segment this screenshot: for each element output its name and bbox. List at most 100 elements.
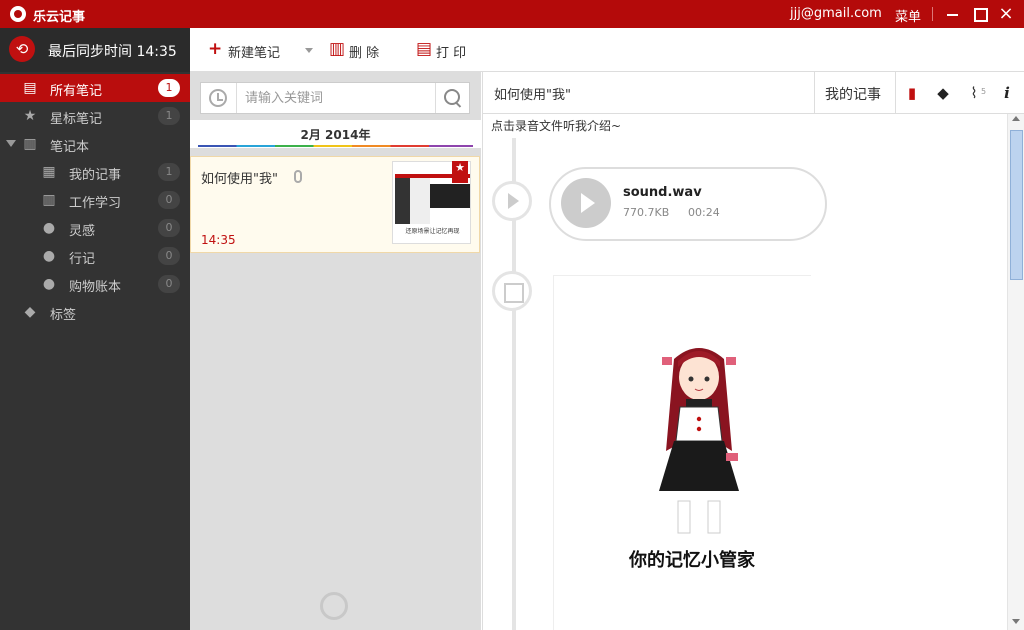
count-badge: 0 [158,219,180,237]
notebook-icon: ▥ [23,136,37,152]
count-badge: 0 [158,275,180,293]
count-badge: 1 [158,79,180,97]
vertical-scrollbar[interactable] [1007,114,1024,630]
header-divider [895,72,896,114]
note-list-item[interactable]: 如何使用"我" 14:35 还原场景让记忆再现 ★ [190,156,480,253]
timeline-image-node-icon [492,271,532,311]
print-label: 打 印 [436,46,467,61]
star-badge-icon[interactable]: ★ [452,161,468,183]
sidebar-item-label: 灵感 [69,224,96,239]
sidebar-item-starred[interactable]: ★ 星标笔记 1 [0,102,190,130]
minimize-icon[interactable] [940,3,964,25]
sidebar-item-label: 工作学习 [69,196,122,211]
audio-attachment[interactable]: sound.wav 770.7KB 00:24 [549,167,827,241]
books-icon: ▥ [42,192,56,208]
thumbnail-image [430,184,470,208]
attachment-icon [294,170,302,183]
mascot-illustration [659,348,739,534]
title-divider [932,7,933,21]
note-description: 点击录音文件听我介绍~ [491,119,622,133]
toolbar: + 新建笔记 ▥ 删 除 ▤ 打 印 [190,28,1024,72]
thumbnail-sidebar [395,178,410,224]
sidebar-item-inspiration[interactable]: ● 灵感 0 [0,214,190,242]
sync-status-text: 最后同步时间 14:35 [48,44,177,60]
menu-button[interactable]: 菜单 [895,6,921,25]
new-note-button[interactable]: + 新建笔记 [208,39,318,61]
search-input[interactable] [245,89,425,107]
notebook-book-icon[interactable]: ▮ [903,84,921,102]
sidebar-nav: ▤ 所有笔记 1 ★ 星标笔记 1 ▥ 笔记本 ▦ 我的记事 1 ▥ 工作学习 … [0,74,190,326]
note-list-panel: 2月 2014年 如何使用"我" 14:35 还原场景让记忆再现 ★ [190,72,481,630]
clock-icon[interactable] [209,89,227,107]
print-button[interactable]: ▤ 打 印 [416,39,478,62]
sync-icon[interactable]: ⟲ [9,36,35,62]
date-group-label: 2月 2014年 [300,128,371,142]
expand-triangle-icon[interactable] [6,140,16,147]
sidebar-item-my-notes[interactable]: ▦ 我的记事 1 [0,158,190,186]
header-divider [814,72,815,114]
delete-button[interactable]: ▥ 删 除 [329,39,389,62]
sidebar-item-label: 所有笔记 [50,84,103,99]
maximize-icon[interactable] [968,3,992,25]
star-bookmark-icon: ★ [23,108,37,124]
sidebar-item-label: 行记 [69,252,96,267]
sidebar-item-work-study[interactable]: ▥ 工作学习 0 [0,186,190,214]
new-note-label: 新建笔记 [228,46,281,61]
chevron-down-icon[interactable] [305,48,313,53]
printer-icon: ▤ [416,39,433,59]
lightbulb-icon: ● [42,220,56,236]
sync-status-row[interactable]: ⟲ 最后同步时间 14:35 [0,28,190,72]
sidebar-item-all-notes[interactable]: ▤ 所有笔记 1 [0,74,190,102]
close-icon[interactable]: × [994,3,1018,25]
app-watermark-icon [320,592,348,620]
book-open-icon: ▦ [42,164,56,180]
search-box [200,82,470,114]
plus-icon: + [208,39,223,59]
sidebar-item-label: 标签 [50,308,77,323]
notebook-selector[interactable]: 我的记事 [825,84,881,104]
timeline-audio-node-icon [492,181,532,221]
count-badge: 0 [158,191,180,209]
sidebar-item-shopping[interactable]: ● 购物账本 0 [0,270,190,298]
sidebar: ⟲ 最后同步时间 14:35 ▤ 所有笔记 1 ★ 星标笔记 1 ▥ 笔记本 ▦… [0,28,190,630]
sidebar-item-notebooks[interactable]: ▥ 笔记本 [0,130,190,158]
info-icon[interactable]: i [998,84,1016,102]
audio-size: 770.7KB [623,206,670,219]
count-badge: 1 [158,163,180,181]
detail-header: 如何使用"我" 我的记事 ▮ ◆ ⌇ 5 i [483,72,1024,114]
image-attachment[interactable]: 你的记忆小管家 [553,275,811,630]
sidebar-item-label: 我的记事 [69,168,122,183]
trash-icon: ▥ [329,39,346,59]
count-badge: 0 [158,247,180,265]
user-account-link[interactable]: jjj@gmail.com [790,6,882,21]
sidebar-item-travel[interactable]: ● 行记 0 [0,242,190,270]
sidebar-item-label: 笔记本 [50,140,90,155]
note-title-field[interactable]: 如何使用"我" [494,84,571,103]
date-group-header: 2月 2014年 [190,120,481,148]
scrollbar-thumb[interactable] [1010,130,1023,280]
search-icon[interactable] [444,89,462,107]
sidebar-item-tags[interactable]: ◆ 标签 [0,298,190,326]
thumbnail-list [410,178,430,224]
app-title: 乐云记事 [33,10,86,25]
audio-duration: 00:24 [688,206,720,219]
play-icon[interactable] [561,178,611,228]
scroll-down-arrow-icon[interactable] [1012,619,1020,624]
rainbow-divider [198,145,473,147]
piggy-bank-icon: ● [42,276,56,292]
tag-icon: ◆ [24,304,36,320]
speech-bubble-icon: ● [42,248,56,264]
count-badge: 1 [158,107,180,125]
image-caption: 你的记忆小管家 [629,550,755,571]
app-logo-icon [10,6,26,22]
notes-icon: ▤ [23,80,37,96]
note-time: 14:35 [201,233,236,247]
note-detail-panel: 如何使用"我" 我的记事 ▮ ◆ ⌇ 5 i 点击录音文件听我介绍~ sound… [482,72,1024,630]
search-divider [236,83,237,113]
scroll-up-arrow-icon[interactable] [1012,116,1020,121]
sidebar-item-label: 星标笔记 [50,112,103,127]
tag-icon[interactable]: ◆ [934,84,952,102]
note-title: 如何使用"我" [201,172,278,187]
delete-label: 删 除 [349,46,380,61]
audio-filename: sound.wav [623,185,702,200]
